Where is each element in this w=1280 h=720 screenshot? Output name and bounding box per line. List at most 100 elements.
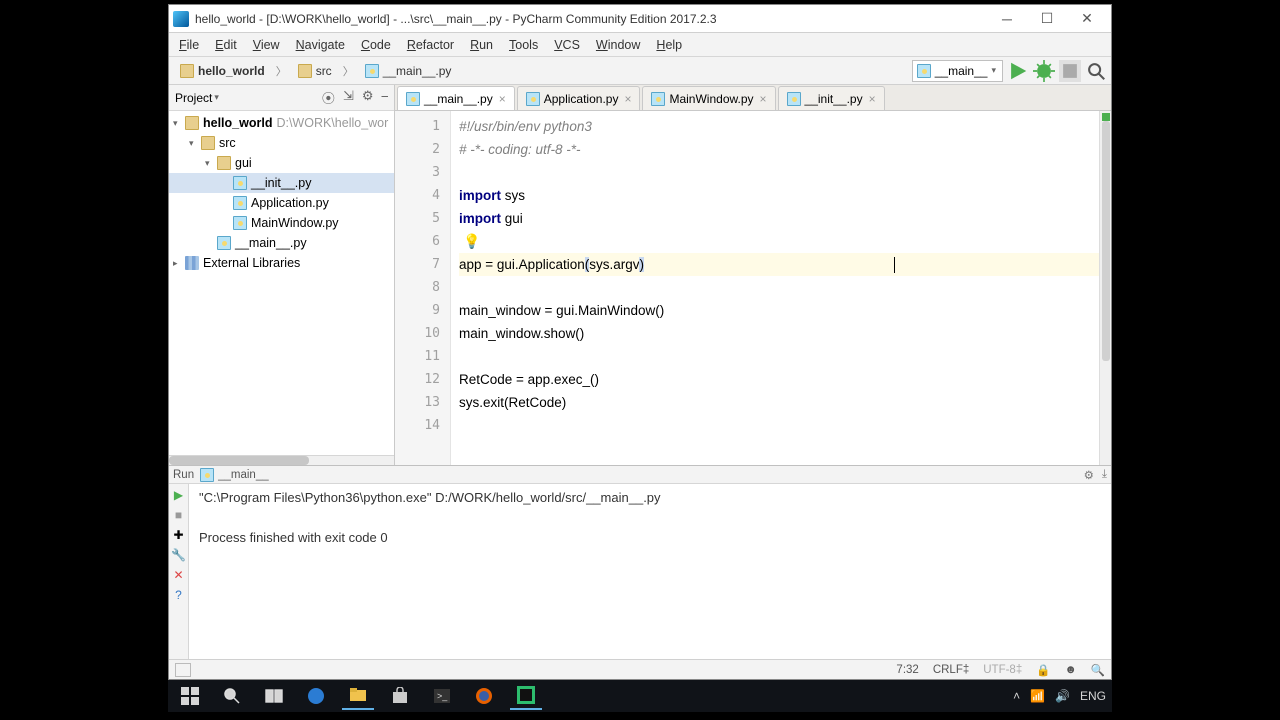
menu-view[interactable]: View bbox=[245, 36, 288, 54]
maximize-button[interactable]: ☐ bbox=[1027, 5, 1067, 33]
menu-help[interactable]: Help bbox=[648, 36, 690, 54]
menu-navigate[interactable]: Navigate bbox=[288, 36, 353, 54]
code-line-3[interactable] bbox=[459, 161, 1111, 184]
tree-item-hello_world[interactable]: ▾hello_worldD:\WORK\hello_wor bbox=[169, 113, 394, 133]
task-view-icon[interactable] bbox=[258, 682, 290, 710]
tree-item-__main__.py[interactable]: __main__.py bbox=[169, 233, 394, 253]
menu-refactor[interactable]: Refactor bbox=[399, 36, 462, 54]
run-button[interactable] bbox=[1007, 60, 1029, 82]
menu-vcs[interactable]: VCS bbox=[546, 36, 588, 54]
gear-icon[interactable]: ⚙ bbox=[362, 88, 374, 107]
close-button[interactable]: ✕ bbox=[1067, 5, 1107, 33]
tab-__init__.py[interactable]: __init__.py× bbox=[778, 86, 885, 110]
collapse-icon[interactable]: ⇲ bbox=[343, 88, 354, 107]
close-tab-icon[interactable]: × bbox=[869, 92, 876, 106]
locate-icon[interactable]: ⦿ bbox=[322, 88, 335, 107]
store-icon[interactable] bbox=[384, 682, 416, 710]
breadcrumb-__main__.py[interactable]: __main__.py bbox=[358, 61, 459, 81]
tray-chevron-icon[interactable]: ˄ bbox=[1013, 689, 1020, 703]
menu-run[interactable]: Run bbox=[462, 36, 501, 54]
edge-icon[interactable] bbox=[300, 682, 332, 710]
tray-network-icon[interactable]: 📶 bbox=[1030, 689, 1045, 703]
code-line-5[interactable]: import gui bbox=[459, 207, 1111, 230]
breadcrumb-src[interactable]: src bbox=[291, 61, 339, 81]
menu-file[interactable]: File bbox=[171, 36, 207, 54]
editor[interactable]: 1234567891011121314 #!/usr/bin/env pytho… bbox=[395, 111, 1111, 465]
start-button[interactable] bbox=[174, 682, 206, 710]
tree-item-External Libraries[interactable]: ▸External Libraries bbox=[169, 253, 394, 273]
code-line-10[interactable]: main_window.show() bbox=[459, 322, 1111, 345]
editor-tabs: __main__.py×Application.py×MainWindow.py… bbox=[395, 85, 1111, 111]
code-line-14[interactable] bbox=[459, 414, 1111, 437]
code-line-1[interactable]: #!/usr/bin/env python3 bbox=[459, 115, 1111, 138]
search-icon[interactable]: 🔍 bbox=[1091, 663, 1105, 677]
folder-icon bbox=[201, 136, 215, 150]
cortana-search-icon[interactable] bbox=[216, 682, 248, 710]
tray-language[interactable]: ENG bbox=[1080, 689, 1106, 703]
hide-icon[interactable]: ⎯ bbox=[382, 88, 389, 107]
status-left-icon[interactable] bbox=[175, 663, 191, 677]
project-panel-header[interactable]: Project ▾ ⦿ ⇲ ⚙ ⎯ bbox=[169, 85, 394, 111]
code-area[interactable]: #!/usr/bin/env python3# -*- coding: utf-… bbox=[451, 111, 1111, 465]
code-line-13[interactable]: sys.exit(RetCode) bbox=[459, 391, 1111, 414]
code-line-4[interactable]: import sys bbox=[459, 184, 1111, 207]
code-line-8[interactable] bbox=[459, 276, 1111, 299]
rerun-button[interactable]: ▶ bbox=[172, 488, 186, 502]
toggle-button[interactable]: ✚ bbox=[172, 528, 186, 542]
code-line-12[interactable]: RetCode = app.exec_() bbox=[459, 368, 1111, 391]
close-tab-icon[interactable]: × bbox=[624, 92, 631, 106]
help-button[interactable]: ? bbox=[172, 588, 186, 602]
line-number: 12 bbox=[395, 368, 450, 391]
window-title: hello_world - [D:\WORK\hello_world] - ..… bbox=[195, 12, 987, 26]
close-tab-icon[interactable]: × bbox=[499, 92, 506, 106]
intention-bulb-icon[interactable]: 💡 bbox=[463, 230, 480, 253]
tab-__main__.py[interactable]: __main__.py× bbox=[397, 86, 515, 110]
status-encoding[interactable]: UTF-8‡ bbox=[983, 664, 1022, 676]
explorer-icon[interactable] bbox=[342, 682, 374, 710]
menu-tools[interactable]: Tools bbox=[501, 36, 546, 54]
minimize-button[interactable]: ─ bbox=[987, 5, 1027, 33]
menu-window[interactable]: Window bbox=[588, 36, 648, 54]
firefox-icon[interactable] bbox=[468, 682, 500, 710]
tree-item-src[interactable]: ▾src bbox=[169, 133, 394, 153]
terminal-icon[interactable]: >_ bbox=[426, 682, 458, 710]
tree-horizontal-scrollbar[interactable] bbox=[169, 455, 394, 465]
close-tab-icon[interactable]: × bbox=[760, 92, 767, 106]
editor-scrollbar[interactable] bbox=[1099, 111, 1111, 465]
pycharm-taskbar-icon[interactable] bbox=[510, 682, 542, 710]
code-line-9[interactable]: main_window = gui.MainWindow() bbox=[459, 299, 1111, 322]
run-output[interactable]: "C:\Program Files\Python36\python.exe" D… bbox=[189, 484, 1111, 659]
code-line-7[interactable]: app = gui.Application(sys.argv) bbox=[459, 253, 1111, 276]
run-tool-header[interactable]: Run __main__ ⚙ ⤓ bbox=[169, 466, 1111, 484]
tree-item-Application.py[interactable]: Application.py bbox=[169, 193, 394, 213]
readonly-icon[interactable]: 🔒 bbox=[1036, 663, 1050, 677]
tree-item-__init__.py[interactable]: __init__.py bbox=[169, 173, 394, 193]
debug-button[interactable] bbox=[1033, 60, 1055, 82]
status-eol[interactable]: CRLF‡ bbox=[933, 664, 969, 676]
system-tray[interactable]: ˄ 📶 🔊 ENG bbox=[1013, 689, 1106, 703]
stop-run-button[interactable]: ■ bbox=[172, 508, 186, 522]
code-line-6[interactable]: 💡 bbox=[459, 230, 1111, 253]
tab-Application.py[interactable]: Application.py× bbox=[517, 86, 641, 110]
python-icon bbox=[651, 92, 665, 106]
close-run-button[interactable]: ✕ bbox=[172, 568, 186, 582]
tab-MainWindow.py[interactable]: MainWindow.py× bbox=[642, 86, 775, 110]
inspections-icon[interactable]: ☻ bbox=[1065, 664, 1077, 676]
tree-item-gui[interactable]: ▾gui bbox=[169, 153, 394, 173]
search-everywhere-button[interactable] bbox=[1085, 60, 1107, 82]
menu-code[interactable]: Code bbox=[353, 36, 399, 54]
project-tree[interactable]: ▾hello_worldD:\WORK\hello_wor▾src▾gui__i… bbox=[169, 111, 394, 455]
breadcrumb-hello_world[interactable]: hello_world bbox=[173, 61, 272, 81]
scrollbar-thumb[interactable] bbox=[1102, 121, 1110, 361]
wrench-icon[interactable]: 🔧 bbox=[172, 548, 186, 562]
code-line-2[interactable]: # -*- coding: utf-8 -*- bbox=[459, 138, 1111, 161]
tray-volume-icon[interactable]: 🔊 bbox=[1055, 689, 1070, 703]
gear-icon[interactable]: ⚙ bbox=[1084, 468, 1094, 482]
chevron-right-icon: 〉 bbox=[343, 63, 354, 79]
tree-item-MainWindow.py[interactable]: MainWindow.py bbox=[169, 213, 394, 233]
code-line-11[interactable] bbox=[459, 345, 1111, 368]
pin-icon[interactable]: ⤓ bbox=[1102, 468, 1107, 482]
menu-edit[interactable]: Edit bbox=[207, 36, 245, 54]
stop-button[interactable] bbox=[1059, 60, 1081, 82]
run-config-selector[interactable]: __main__ ▾ bbox=[912, 60, 1003, 82]
